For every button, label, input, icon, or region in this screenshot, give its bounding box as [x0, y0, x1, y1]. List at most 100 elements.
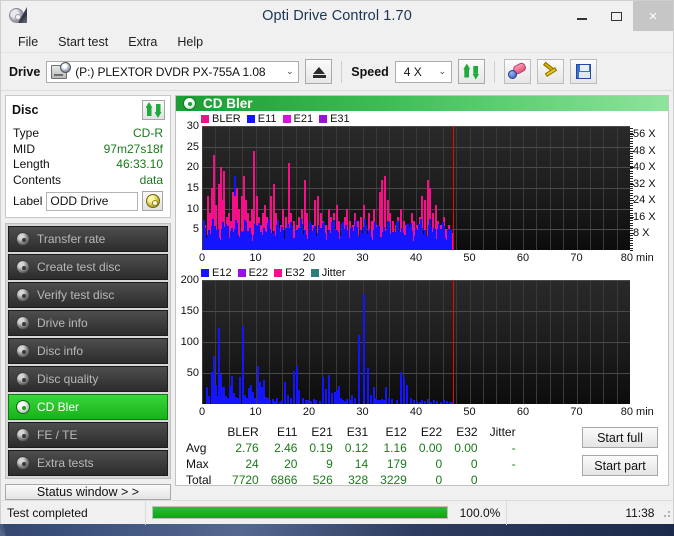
chart-bar — [283, 381, 286, 404]
x-axis-tick-label: 50 — [463, 252, 476, 264]
drive-select[interactable]: (P:) PLEXTOR DVDR PX-755A 1.08 ⌄ — [46, 60, 300, 83]
sidebar-item-label: Disc quality — [37, 372, 99, 386]
toolbar-divider-2 — [493, 60, 495, 83]
close-button[interactable]: × — [633, 1, 673, 31]
speed-select[interactable]: 4 X ⌄ — [394, 60, 452, 83]
stats-column-header: E32 — [456, 425, 478, 439]
progress-percent: 100.0% — [459, 505, 501, 520]
stats-cell — [484, 472, 522, 488]
gridline-horizontal — [202, 146, 630, 148]
y2-axis-minor-tick — [630, 237, 633, 239]
sidebar-item-verify-test-disc[interactable]: Verify test disc — [8, 282, 168, 308]
menu-item-help[interactable]: Help — [168, 33, 212, 51]
chart-bar — [292, 371, 295, 404]
disc-panel-title: Disc — [12, 103, 39, 117]
y2-axis-minor-tick — [630, 202, 633, 204]
tools-button[interactable] — [536, 59, 564, 84]
minimize-button[interactable] — [565, 1, 599, 31]
chart-bar — [406, 385, 409, 404]
y2-axis-minor-tick — [630, 145, 633, 147]
legend-item-e31: E31 — [319, 113, 350, 125]
chart-bar — [301, 398, 304, 404]
stats-cell: 328 — [348, 473, 369, 487]
chart-bar — [399, 372, 402, 404]
table-row: Avg 2.76 2.46 0.19 0.12 1.16 0.00 0.00 - — [182, 440, 522, 456]
legend-item-e22: E22 — [237, 267, 269, 279]
eject-button[interactable] — [305, 59, 333, 84]
chart-bar — [395, 400, 398, 404]
disc-icon — [183, 97, 196, 110]
chart-bar — [289, 398, 292, 404]
chart-bar — [403, 376, 406, 404]
menu-item-file[interactable]: File — [9, 33, 47, 51]
y2-axis-minor-tick — [630, 183, 633, 185]
stats-table: BLER E11 E21 E31 E12 E22 E32 Jitter Avg 2.76 2.46 0… — [182, 425, 522, 488]
x-axis-tick-label: 10 — [249, 406, 262, 418]
menu-item-extra[interactable]: Extra — [119, 33, 166, 51]
chart-bar — [442, 400, 445, 404]
y-axis-tick-label: 25 — [186, 140, 199, 153]
chart-bar — [433, 400, 436, 404]
start-full-button[interactable]: Start full — [582, 427, 658, 448]
chart-bar — [241, 325, 244, 404]
maximize-icon — [610, 11, 622, 21]
resize-grip[interactable] — [660, 507, 671, 519]
erase-button[interactable] — [503, 59, 531, 84]
disc-label-apply-button[interactable] — [142, 191, 163, 211]
maximize-button[interactable] — [599, 1, 633, 31]
stats-row-header: Total — [186, 473, 212, 487]
drive-select-value: (P:) PLEXTOR DVDR PX-755A 1.08 — [75, 64, 266, 79]
status-window-button[interactable]: Status window > > — [5, 484, 171, 500]
disc-label-key: Label — [13, 194, 43, 208]
stats-cell: 7720 — [232, 473, 259, 487]
disc-row-length: Length 46:33.10 — [13, 157, 163, 173]
chart-bar — [366, 368, 369, 404]
x-axis-tick-label: 50 — [463, 406, 476, 418]
disc-info-rows: Type CD-R MID 97m27s18f Length 46:33.10 … — [6, 123, 170, 217]
stats-cell: 9 — [326, 457, 333, 471]
legend-label: BLER — [212, 113, 241, 125]
sidebar-item-label: Extra tests — [37, 456, 94, 470]
y2-axis-minor-tick — [630, 128, 633, 130]
left-sidebar: Disc Type CD-R MID 97m27s18f Length 46:3… — [5, 95, 171, 500]
stats-cell: 179 — [386, 457, 407, 471]
chart-bar — [328, 374, 331, 404]
start-part-button[interactable]: Start part — [582, 455, 658, 476]
disc-info-panel: Disc Type CD-R MID 97m27s18f Length 46:3… — [5, 95, 171, 218]
sidebar-item-fe-te[interactable]: FE / TE — [8, 422, 168, 448]
y2-axis-minor-tick — [630, 200, 633, 202]
sidebar-item-disc-quality[interactable]: Disc quality — [8, 366, 168, 392]
y2-axis-tick-label: 56 X — [633, 128, 656, 141]
sidebar-item-cd-bler[interactable]: CD Bler — [8, 394, 168, 420]
save-button[interactable] — [569, 59, 597, 84]
sidebar-item-extra-tests[interactable]: Extra tests — [8, 450, 168, 476]
stats-column-header: Jitter — [489, 425, 516, 439]
stats-cell: 1.16 — [383, 441, 407, 455]
chevron-down-icon: ⌄ — [438, 66, 447, 76]
sidebar-item-disc-info[interactable]: Disc info — [8, 338, 168, 364]
e12-chart[interactable]: 50 100 150 200 0 10 20 30 40 50 60 70 80 min — [181, 274, 654, 418]
y2-axis-minor-tick — [630, 178, 633, 180]
y2-axis-minor-tick — [630, 180, 633, 182]
chart-bar — [358, 334, 361, 404]
stats-cell: 0.00 — [418, 441, 443, 455]
disc-label-input[interactable]: ODD Drive — [46, 191, 138, 211]
toolbar-divider-1 — [341, 60, 343, 83]
sidebar-item-drive-info[interactable]: Drive info — [8, 310, 168, 336]
menu-item-start-test[interactable]: Start test — [49, 33, 117, 51]
disc-icon — [16, 372, 30, 386]
y2-axis-minor-tick — [630, 250, 633, 251]
bler-chart[interactable]: 5 10 15 20 25 30 8 X 16 X 24 X 32 X 40 X 48 X 56 X 0 1… — [187, 120, 656, 264]
chart-bar — [409, 398, 412, 404]
legend-label: E22 — [248, 267, 269, 279]
refresh-button[interactable] — [457, 59, 485, 84]
sidebar-item-transfer-rate[interactable]: Transfer rate — [8, 226, 168, 252]
disc-refresh-button[interactable] — [142, 100, 165, 120]
legend-swatch-icon — [237, 269, 246, 277]
gridline-horizontal — [202, 280, 630, 281]
chart-bar — [429, 401, 432, 404]
disc-row-value: CD-R — [133, 126, 163, 140]
x-axis-tick-label: 60 — [516, 406, 530, 418]
sidebar-item-create-test-disc[interactable]: Create test disc — [8, 254, 168, 280]
y2-axis-minor-tick — [630, 242, 633, 244]
